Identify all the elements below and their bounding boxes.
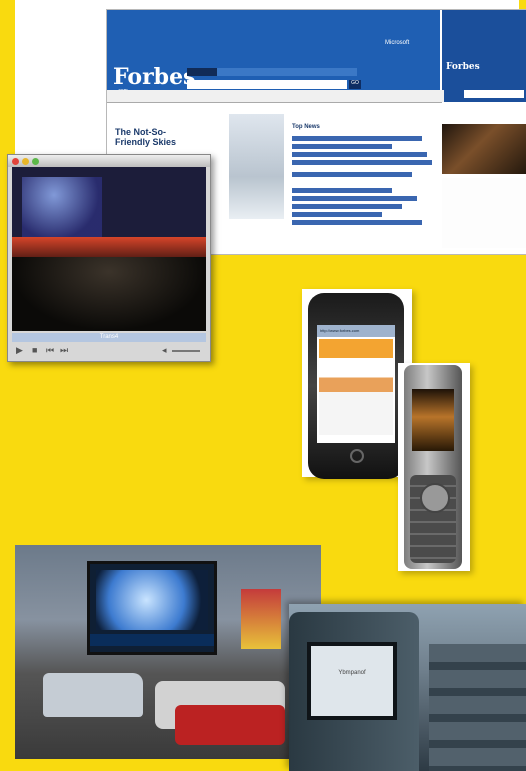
- sub-navbar[interactable]: [107, 103, 444, 112]
- player-controls: ▶ ■ ⏮ ⏭ ◂: [12, 345, 206, 357]
- story-link[interactable]: [292, 212, 382, 217]
- volume-icon: ◂: [162, 345, 167, 355]
- search-go-button[interactable]: GO: [349, 80, 361, 89]
- home-button[interactable]: [350, 449, 364, 463]
- zoom-icon[interactable]: [32, 158, 39, 165]
- story-link[interactable]: [292, 136, 422, 141]
- story-link[interactable]: [292, 160, 432, 165]
- flip-phone-device: [404, 365, 462, 569]
- video-player-window: Trans4 ▶ ■ ⏮ ⏭ ◂: [7, 154, 211, 362]
- story-link[interactable]: [292, 188, 392, 193]
- flip-phone-nav-button[interactable]: [420, 483, 450, 513]
- flip-phone-screen[interactable]: [412, 389, 454, 451]
- story-link[interactable]: [292, 172, 412, 177]
- outdoor-video-screen: [87, 561, 217, 655]
- outdoor-screen-photo: [15, 545, 321, 759]
- story-link[interactable]: [292, 144, 392, 149]
- outdoor-screen-image: [96, 570, 208, 630]
- story-link[interactable]: [292, 152, 427, 157]
- video-thumbnail[interactable]: [442, 124, 526, 174]
- article-plane-image[interactable]: [229, 114, 284, 219]
- iphone-url-bar[interactable]: http://www.forbes.com: [317, 325, 395, 337]
- play-icon[interactable]: ▶: [16, 345, 23, 356]
- iphone-webpage[interactable]: [319, 339, 393, 435]
- iphone-screen[interactable]: http://www.forbes.com: [317, 325, 395, 443]
- fast-forward-icon[interactable]: ⏭: [60, 345, 68, 356]
- right-column: [442, 102, 526, 254]
- top-stories-heading: Top News: [292, 124, 320, 130]
- forbes-logo[interactable]: Forbes: [113, 64, 195, 90]
- seatback-screen: Ybmpanof: [307, 642, 397, 720]
- story-link[interactable]: [292, 220, 422, 225]
- razr-card: [398, 363, 470, 571]
- banner-ad[interactable]: Microsoft: [107, 10, 440, 60]
- audience: [12, 257, 206, 331]
- iphone-card: http://www.forbes.com: [302, 289, 412, 479]
- minimize-icon[interactable]: [22, 158, 29, 165]
- article-headline[interactable]: The Not-So-Friendly Skies: [115, 127, 195, 147]
- story-link[interactable]: [292, 196, 417, 201]
- banner-ad-graphic: [119, 18, 369, 50]
- car: [175, 705, 285, 745]
- banner-ad-brand: Microsoft: [385, 40, 410, 46]
- right-promo-logo: Forbes: [446, 62, 480, 72]
- right-column-list[interactable]: [442, 178, 526, 248]
- cabin-seat-rows: [429, 644, 526, 771]
- volume-slider[interactable]: [172, 350, 200, 352]
- search-input[interactable]: [187, 80, 347, 89]
- seatback-screen-text: Ybmpanof: [338, 670, 366, 676]
- billboard: [241, 589, 281, 649]
- van: [43, 673, 143, 717]
- stage: [12, 237, 206, 257]
- stop-icon[interactable]: ■: [32, 345, 37, 355]
- outdoor-ticker: [90, 634, 214, 646]
- player-status-label: Trans4: [99, 334, 119, 340]
- player-video-frame[interactable]: [12, 167, 206, 331]
- right-promo-button[interactable]: [464, 90, 524, 98]
- iphone-device: http://www.forbes.com: [308, 293, 404, 479]
- main-navbar[interactable]: [107, 90, 444, 103]
- search-tab-active[interactable]: [187, 68, 217, 76]
- story-link[interactable]: [292, 204, 402, 209]
- stage-lights: [22, 177, 102, 237]
- rewind-icon[interactable]: ⏮: [46, 345, 54, 356]
- airplane-cabin-photo: Ybmpanof: [289, 604, 526, 771]
- seat-back: Ybmpanof: [289, 612, 419, 771]
- close-icon[interactable]: [12, 158, 19, 165]
- right-header-promo[interactable]: Forbes: [442, 60, 526, 102]
- right-top-promo[interactable]: [442, 10, 526, 60]
- player-titlebar[interactable]: [8, 155, 210, 167]
